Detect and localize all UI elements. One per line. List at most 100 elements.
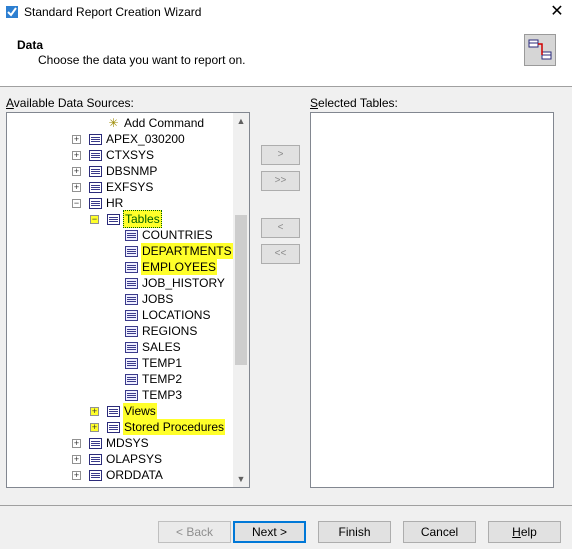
tree-content: ✳ Add Command + APEX_030200 + CTXSYS + DBSNMP + E…: [7, 113, 233, 487]
tree-item[interactable]: JOBS: [125, 291, 174, 307]
table-icon: [89, 165, 102, 177]
tree-item-label: HR: [106, 196, 124, 210]
table-icon: [125, 389, 138, 401]
collapse-icon[interactable]: −: [90, 215, 99, 224]
tree-item[interactable]: TEMP3: [125, 387, 183, 403]
tree-item[interactable]: TEMP1: [125, 355, 183, 371]
next-button[interactable]: Next >: [233, 521, 306, 543]
tree-item-label: DBSNMP: [106, 164, 158, 178]
tree-item[interactable]: JOB_HISTORY: [125, 275, 226, 291]
star-icon: ✳: [108, 115, 119, 130]
tree-item[interactable]: DEPARTMENTS: [125, 243, 233, 259]
table-icon: [125, 309, 138, 321]
table-icon: [89, 181, 102, 193]
tree-item-label: EXFSYS: [106, 180, 154, 194]
add-all-button[interactable]: >>: [261, 171, 300, 191]
help-button[interactable]: Help: [488, 521, 561, 543]
expand-icon[interactable]: +: [90, 407, 99, 416]
remove-button[interactable]: <: [261, 218, 300, 238]
table-icon: [125, 229, 138, 241]
table-icon: [125, 261, 138, 273]
tree-item[interactable]: HR: [89, 195, 124, 211]
tree-item[interactable]: MDSYS: [89, 435, 150, 451]
tree-item[interactable]: DBSNMP: [89, 163, 158, 179]
tree-item[interactable]: ✳ Add Command: [107, 115, 205, 131]
expand-icon[interactable]: +: [72, 439, 81, 448]
tree-item[interactable]: SALES: [125, 339, 182, 355]
tree-item[interactable]: ORDDATA: [89, 467, 164, 483]
help-label-text: elp: [520, 525, 537, 539]
tree-item-label: MDSYS: [106, 436, 149, 450]
tree-item[interactable]: COUNTRIES: [125, 227, 214, 243]
table-icon: [125, 325, 138, 337]
expand-icon[interactable]: +: [72, 455, 81, 464]
selected-tables-label: Selected Tables:: [310, 96, 398, 110]
table-icon: [107, 421, 120, 433]
wizard-header: Data Choose the data you want to report …: [0, 24, 572, 87]
close-icon[interactable]: ✕: [542, 0, 572, 24]
title-bar: Standard Report Creation Wizard ✕: [0, 0, 572, 24]
tree-item-label: TEMP1: [142, 356, 183, 370]
tree-scrollbar[interactable]: ▲ ▼: [233, 113, 249, 487]
tree-item-label: REGIONS: [142, 324, 198, 338]
collapse-icon[interactable]: −: [72, 199, 81, 208]
table-icon: [89, 149, 102, 161]
cancel-button[interactable]: Cancel: [403, 521, 476, 543]
tree-item[interactable]: EXFSYS: [89, 179, 154, 195]
selected-label-text: elected Tables:: [318, 96, 398, 110]
tree-item[interactable]: LOCATIONS: [125, 307, 211, 323]
tree-item-label: TEMP3: [142, 388, 183, 402]
tree-item[interactable]: EMPLOYEES: [125, 259, 218, 275]
scroll-up-icon[interactable]: ▲: [233, 113, 249, 129]
tree-item[interactable]: Views: [107, 403, 157, 419]
tree-item[interactable]: CTXSYS: [89, 147, 155, 163]
tree-item[interactable]: REGIONS: [125, 323, 198, 339]
remove-all-button[interactable]: <<: [261, 244, 300, 264]
expand-icon[interactable]: +: [72, 183, 81, 192]
page-title: Data: [17, 38, 44, 52]
window-title: Standard Report Creation Wizard: [24, 5, 202, 19]
selected-label-accelerator: S: [310, 96, 319, 110]
expand-icon[interactable]: +: [72, 151, 81, 160]
finish-button[interactable]: Finish: [318, 521, 391, 543]
expand-icon[interactable]: +: [72, 135, 81, 144]
expand-icon[interactable]: +: [72, 471, 81, 480]
scroll-thumb[interactable]: [235, 215, 247, 365]
tree-item-label: EMPLOYEES: [141, 259, 218, 275]
expand-icon[interactable]: +: [90, 423, 99, 432]
table-icon: [125, 341, 138, 353]
tree-item-label: APEX_030200: [106, 132, 185, 146]
available-data-sources-tree[interactable]: ✳ Add Command + APEX_030200 + CTXSYS + DBSNMP + E…: [6, 112, 250, 488]
scroll-down-icon[interactable]: ▼: [233, 471, 249, 487]
tree-item[interactable]: APEX_030200: [89, 131, 186, 147]
table-icon: [125, 357, 138, 369]
table-icon: [89, 133, 102, 145]
tree-item-label: TEMP2: [142, 372, 183, 386]
page-subtitle: Choose the data you want to report on.: [38, 53, 246, 67]
tree-item[interactable]: Stored Procedures: [107, 419, 226, 435]
tree-item[interactable]: OLAPSYS: [89, 451, 163, 467]
tree-item-label: Views: [123, 403, 157, 419]
table-icon: [89, 197, 102, 209]
tree-item-label: OLAPSYS: [106, 452, 163, 466]
table-icon: [89, 453, 102, 465]
tree-item-label: JOBS: [142, 292, 174, 306]
data-link-icon: [524, 34, 556, 66]
back-button[interactable]: < Back: [158, 521, 231, 543]
available-label-accelerator: A: [6, 96, 14, 110]
wizard-app-icon: [6, 6, 18, 18]
table-icon: [107, 213, 120, 225]
tree-item-label: JOB_HISTORY: [142, 276, 225, 290]
tree-item[interactable]: Tables: [107, 210, 162, 228]
selected-tables-list[interactable]: [310, 112, 554, 488]
table-icon: [125, 245, 138, 257]
available-data-sources-label: Available Data Sources:: [6, 96, 134, 110]
tree-item[interactable]: TEMP2: [125, 371, 183, 387]
tree-item-label: COUNTRIES: [142, 228, 213, 242]
table-icon: [125, 293, 138, 305]
expand-icon[interactable]: +: [72, 167, 81, 176]
table-icon: [125, 373, 138, 385]
tree-item-label: CTXSYS: [106, 148, 155, 162]
add-button[interactable]: >: [261, 145, 300, 165]
table-icon: [89, 437, 102, 449]
